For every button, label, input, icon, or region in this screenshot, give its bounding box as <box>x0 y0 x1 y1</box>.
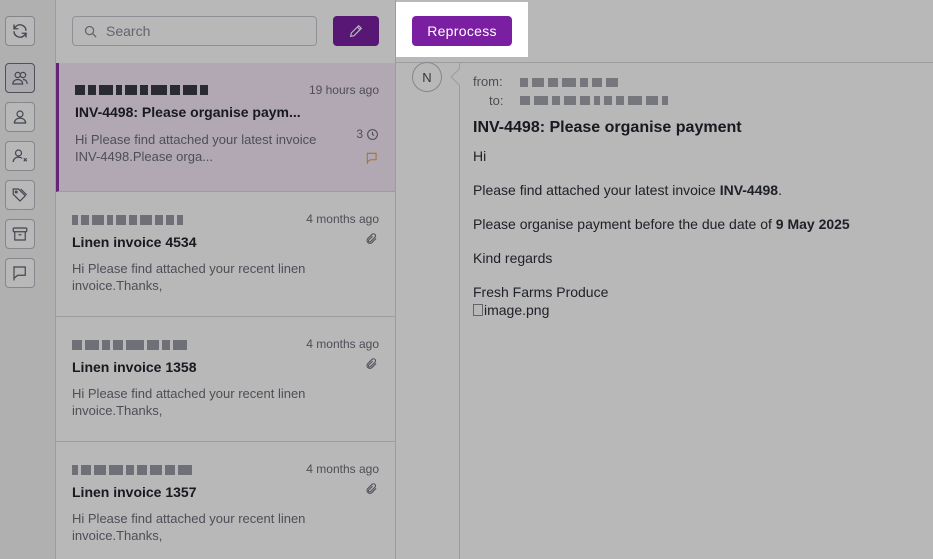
list-item[interactable]: 19 hours ago INV-4498: Please organise p… <box>56 63 395 192</box>
pencil-icon <box>349 24 363 38</box>
avatar: N <box>412 62 442 92</box>
archive-button[interactable] <box>5 219 35 249</box>
from-label: from: <box>473 74 503 89</box>
refresh-icon <box>13 24 27 38</box>
to-address-redacted <box>520 94 668 106</box>
email-greeting: Hi <box>473 148 487 164</box>
invoice-number: INV-4498 <box>719 182 779 198</box>
unassigned-button[interactable] <box>5 141 35 171</box>
message-preview: Hi Please find attached your recent line… <box>72 386 306 418</box>
message-subject: INV-4498: Please organise paym... <box>75 104 301 120</box>
detail-toolbar: Reprocess <box>396 0 933 63</box>
icon-rail <box>0 0 56 559</box>
message-subject: Linen invoice 4534 <box>72 234 197 250</box>
email-subject: INV-4498: Please organise payment <box>473 119 742 136</box>
message-preview: Hi Please find attached your recent line… <box>72 261 306 293</box>
email-body: Hi Please find attached your latest invo… <box>473 147 923 319</box>
flagged-button[interactable] <box>5 258 35 288</box>
search-input[interactable] <box>106 23 306 39</box>
email-signature-company: Fresh Farms Produce <box>473 284 609 300</box>
message-time: 4 months ago <box>306 212 379 226</box>
line1-prefix: Please find attached your latest invoice <box>473 182 720 198</box>
message-time: 19 hours ago <box>308 83 379 97</box>
message-time: 4 months ago <box>306 337 379 351</box>
tags-button[interactable] <box>5 180 35 210</box>
message-preview: Hi Please find attached your recent line… <box>72 511 306 543</box>
email-line-invoice: Please find attached your latest invoice… <box>473 181 923 199</box>
search-icon <box>84 25 97 38</box>
users-icon <box>12 71 28 85</box>
message-subject: Linen invoice 1358 <box>72 359 197 375</box>
flag-icon[interactable] <box>365 151 379 165</box>
to-label: to: <box>489 93 504 108</box>
user-remove-icon <box>12 149 28 163</box>
user-icon <box>13 110 27 124</box>
paperclip-icon <box>366 483 377 494</box>
message-subject: Linen invoice 1357 <box>72 484 197 500</box>
list-item[interactable]: 4 months ago Linen invoice 1358 Hi Pleas… <box>56 317 395 442</box>
list-item[interactable]: 4 months ago Linen invoice 1357 Hi Pleas… <box>56 442 395 559</box>
search-box[interactable] <box>72 16 317 46</box>
from-address-redacted <box>520 76 618 88</box>
reprocess-button[interactable]: Reprocess <box>412 16 512 46</box>
sender-redacted <box>75 83 208 96</box>
message-list: 19 hours ago INV-4498: Please organise p… <box>56 63 395 559</box>
message-list-panel: 19 hours ago INV-4498: Please organise p… <box>56 0 396 559</box>
email-bubble: from: to: INV-4498: Please organise paym… <box>450 63 933 559</box>
email-line-due: Please organise payment before the due d… <box>473 215 923 233</box>
compose-button[interactable] <box>333 16 379 46</box>
broken-image-icon <box>473 304 483 316</box>
message-count: 3 <box>356 127 379 141</box>
message-time: 4 months ago <box>306 462 379 476</box>
paperclip-icon <box>366 358 377 369</box>
sender-redacted <box>72 463 192 476</box>
due-date: 9 May 2025 <box>775 216 850 232</box>
email-regards: Kind regards <box>473 250 553 266</box>
my-inbox-button[interactable] <box>5 102 35 132</box>
message-detail-panel: Reprocess N from: to: INV-4498: Please o… <box>396 0 933 559</box>
broken-image-alt: image.png <box>484 302 550 318</box>
team-inbox-button[interactable] <box>5 63 35 93</box>
flag-icon <box>13 266 26 281</box>
list-item[interactable]: 4 months ago Linen invoice 4534 Hi Pleas… <box>56 192 395 317</box>
line1-suffix: . <box>778 182 782 198</box>
bubble-notch <box>450 68 468 86</box>
refresh-button[interactable] <box>5 16 35 46</box>
broken-image: image.png <box>473 301 923 319</box>
paperclip-icon <box>366 233 377 244</box>
line2-prefix: Please organise payment before the due d… <box>473 216 776 232</box>
archive-icon <box>12 227 28 241</box>
sender-redacted <box>72 213 183 226</box>
count-value: 3 <box>356 127 363 141</box>
tags-icon <box>12 188 28 202</box>
sender-redacted <box>72 338 187 351</box>
clock-icon <box>367 128 378 140</box>
message-preview: Hi Please find attached your latest invo… <box>75 132 317 164</box>
